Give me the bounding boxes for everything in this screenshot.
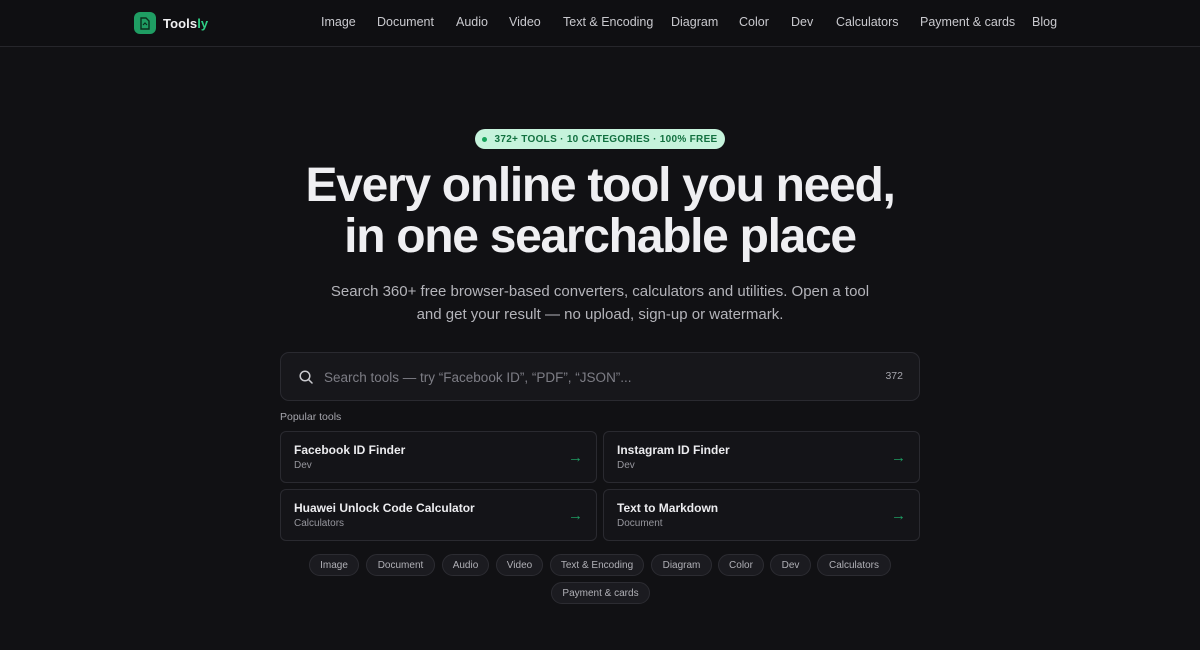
search-input[interactable] (324, 366, 864, 388)
nav-link-document[interactable]: Document (377, 15, 434, 29)
page-title-line-1: Every online tool you need, (305, 159, 895, 212)
tool-card-title: Instagram ID Finder (617, 443, 730, 457)
nav-link-blog[interactable]: Blog (1032, 15, 1057, 29)
popular-tools-label: Popular tools (280, 411, 342, 423)
category-chip-dev[interactable]: Dev (770, 554, 811, 576)
nav-link-image[interactable]: Image (321, 15, 356, 29)
tool-card-huawei-unlock-code-calculator[interactable]: Huawei Unlock Code Calculator Calculator… (280, 489, 597, 541)
nav-link-calculators[interactable]: Calculators (836, 15, 899, 29)
tool-card-instagram-id-finder[interactable]: Instagram ID Finder Dev → (603, 431, 920, 483)
tool-card-title: Text to Markdown (617, 501, 719, 515)
category-chip-image[interactable]: Image (309, 554, 359, 576)
nav-link-text-encoding[interactable]: Text & Encoding (563, 15, 653, 29)
category-chip-diagram[interactable]: Diagram (651, 554, 712, 576)
tool-card-text-to-markdown[interactable]: Text to Markdown Document → (603, 489, 920, 541)
tool-card-category: Calculators (294, 518, 345, 529)
page-subtitle-line-2: and get your result — no upload, sign-up… (416, 306, 784, 323)
nav-link-video[interactable]: Video (509, 15, 541, 29)
tool-card-category: Dev (294, 460, 312, 471)
stats-badge-text: 372+ TOOLS · 10 CATEGORIES · 100% FREE (494, 133, 718, 145)
nav-link-diagram[interactable]: Diagram (671, 15, 718, 29)
tool-count: 372 (885, 370, 903, 382)
page-title: Every online tool you need, in one searc… (0, 160, 1200, 262)
status-dot-icon (482, 136, 488, 142)
search-box[interactable]: 372 (280, 352, 920, 401)
tool-card-title: Facebook ID Finder (294, 443, 406, 457)
tool-card-facebook-id-finder[interactable]: Facebook ID Finder Dev → (280, 431, 597, 483)
main-nav: Image Document Audio Video Text & Encodi… (0, 15, 1200, 33)
category-chip-document[interactable]: Document (366, 554, 435, 576)
tool-card-title: Huawei Unlock Code Calculator (294, 501, 475, 515)
category-chip-color[interactable]: Color (718, 554, 764, 576)
tool-card-category: Document (617, 518, 663, 529)
nav-link-payment-cards[interactable]: Payment & cards (920, 15, 1015, 29)
arrow-right-icon: → (568, 507, 583, 524)
nav-link-color[interactable]: Color (739, 15, 769, 29)
category-chip-payment-cards[interactable]: Payment & cards (551, 582, 650, 604)
category-chip-text-encoding[interactable]: Text & Encoding (550, 554, 644, 576)
page-subtitle-line-1: Search 360+ free browser-based converter… (330, 283, 870, 300)
category-chip-audio[interactable]: Audio (442, 554, 489, 576)
arrow-right-icon: → (568, 449, 583, 466)
nav-link-dev[interactable]: Dev (791, 15, 813, 29)
page-subtitle: Search 360+ free browser-based converter… (300, 280, 900, 326)
stats-badge: 372+ TOOLS · 10 CATEGORIES · 100% FREE (475, 129, 725, 149)
category-chip-calculators[interactable]: Calculators (817, 554, 891, 576)
top-navigation-bar: Toolsly Image Document Audio Video Text … (0, 0, 1200, 47)
tool-card-category: Dev (617, 460, 635, 471)
arrow-right-icon: → (891, 449, 906, 466)
category-chip-video[interactable]: Video (496, 554, 543, 576)
search-icon (298, 369, 314, 385)
page-title-line-2: in one searchable place (344, 210, 857, 263)
arrow-right-icon: → (891, 507, 906, 524)
nav-link-audio[interactable]: Audio (456, 15, 488, 29)
